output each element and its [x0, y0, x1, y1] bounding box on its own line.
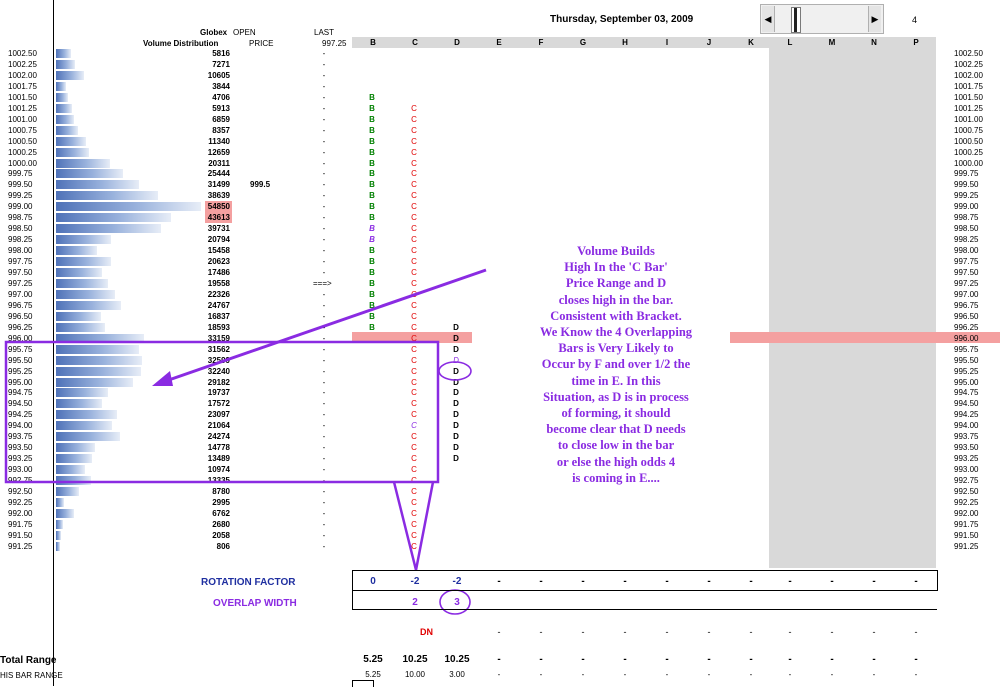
rotation-cell: -	[497, 576, 501, 587]
rotation-cell: -	[707, 576, 711, 587]
rotation-cell: -	[581, 576, 585, 587]
dn-cell: -	[539, 627, 543, 637]
annotation-line: or else the high odds 4	[556, 454, 676, 469]
dn-label: DN	[420, 627, 433, 637]
total_range-cell: -	[914, 654, 918, 665]
rotation-cell: 0	[370, 576, 376, 587]
annotation-text: Volume Builds High In the 'C Bar' Price Ra…	[505, 243, 727, 486]
total_range-cell: -	[539, 654, 543, 665]
this_bar-cell: -	[830, 670, 834, 679]
total_range-cell: -	[665, 654, 669, 665]
annotation-line: become clear that D needs	[546, 422, 686, 437]
c-bar-funnel-lines	[392, 481, 435, 571]
annotation-line: time in E. In this	[571, 373, 661, 388]
this_bar-cell: -	[581, 670, 585, 679]
this_bar-cell: 5.25	[365, 670, 381, 679]
annotation-line: Bars is Very Likely to	[558, 341, 674, 356]
annotation-line: is coming in E....	[572, 470, 660, 485]
annotation-line: of forming, it should	[561, 406, 671, 421]
dn-cell: -	[497, 627, 501, 637]
total_range-cell: -	[749, 654, 753, 665]
annotation-line: Occur by F and over 1/2 the	[541, 357, 691, 372]
overlap-width-label: OVERLAP WIDTH	[213, 598, 297, 609]
dn-cell: -	[623, 627, 627, 637]
d-circle-marker	[438, 361, 472, 381]
rotation-cell: -	[539, 576, 543, 587]
rotation-cell: -	[665, 576, 669, 587]
this_bar-cell: 3.00	[449, 670, 465, 679]
annotation-line: closes high in the bar.	[558, 292, 674, 307]
dn-cell: -	[665, 627, 669, 637]
this_bar-cell: -	[623, 670, 627, 679]
rotation-factor-label: ROTATION FACTOR	[201, 577, 296, 588]
rotation-cell: -2	[452, 576, 462, 587]
rotation-cell: -2	[410, 576, 420, 587]
this_bar-cell: 10.00	[404, 670, 426, 679]
this_bar-cell: -	[788, 670, 792, 679]
overlap-cell: 2	[412, 597, 418, 608]
this_bar-cell: -	[665, 670, 669, 679]
dn-cell: -	[581, 627, 585, 637]
dn-cell: -	[749, 627, 753, 637]
annotation-line: to close low in the bar	[557, 438, 675, 453]
this-bar-range-label: HIS BAR RANGE	[0, 671, 63, 680]
total_range-cell: -	[830, 654, 834, 665]
annotation-line: High In the 'C Bar'	[564, 260, 668, 275]
total_range-cell: -	[872, 654, 876, 665]
this_bar-cell: -	[707, 670, 711, 679]
annotation-line: Volume Builds	[577, 244, 655, 258]
total_range-cell: 5.25	[363, 654, 383, 665]
overlap-cell: 3	[454, 597, 460, 608]
rotation-cell: -	[749, 576, 753, 587]
total-range-label: Total Range	[0, 655, 57, 666]
this_bar-cell: -	[872, 670, 876, 679]
rotation-cell: -	[914, 576, 918, 587]
dn-cell: -	[830, 627, 834, 637]
total_range-cell: -	[581, 654, 585, 665]
rotation-cell: -	[788, 576, 792, 587]
annotation-line: Price Range and D	[565, 276, 667, 291]
arrow-head-icon	[152, 371, 173, 386]
annotation-line: We Know the 4 Overlapping	[539, 325, 693, 340]
total_range-cell: 10.25	[444, 654, 470, 665]
total_range-cell: -	[497, 654, 501, 665]
this_bar-cell: -	[497, 670, 501, 679]
total_range-cell: 10.25	[402, 654, 428, 665]
annotation-line: Situation, as D is in process	[543, 389, 689, 404]
total_range-cell: -	[788, 654, 792, 665]
dn-cell: -	[914, 627, 918, 637]
rotation-cell: -	[623, 576, 627, 587]
rotation-cell: -	[872, 576, 876, 587]
annotation-line: Consistent with Bracket.	[550, 308, 682, 323]
rotation-cell: -	[830, 576, 834, 587]
this_bar-cell: -	[539, 670, 543, 679]
total_range-cell: -	[623, 654, 627, 665]
this_bar-cell: -	[914, 670, 918, 679]
dn-cell: -	[707, 627, 711, 637]
dn-cell: -	[788, 627, 792, 637]
total_range-cell: -	[707, 654, 711, 665]
dn-cell: -	[872, 627, 876, 637]
this_bar-cell: -	[749, 670, 753, 679]
